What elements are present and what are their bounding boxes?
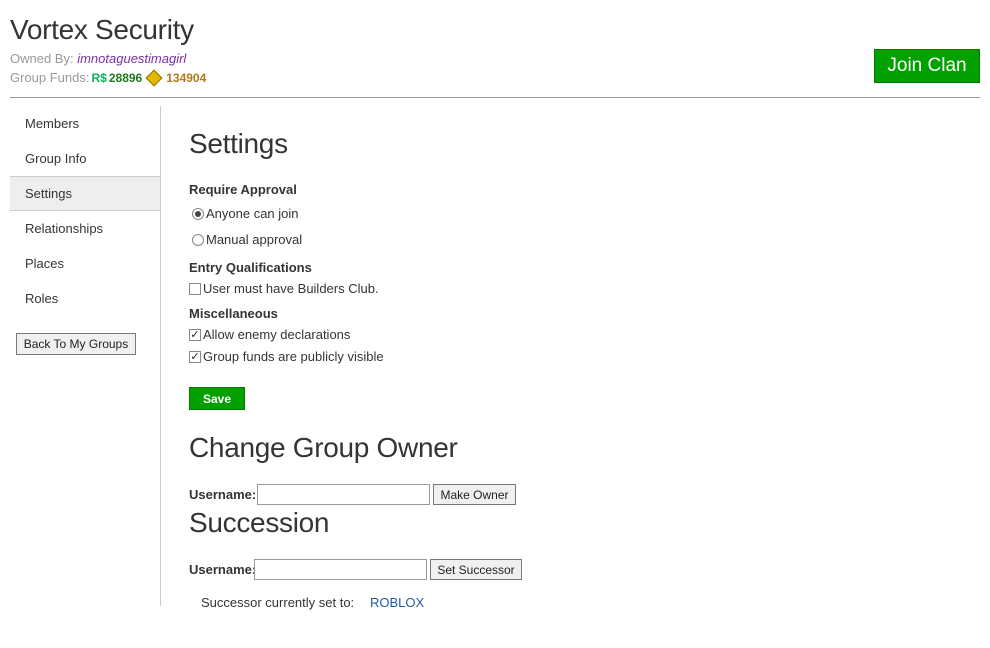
change-owner-username-input[interactable]: [257, 484, 430, 505]
builders-club-option[interactable]: User must have Builders Club.: [189, 281, 379, 296]
manual-approval-label: Manual approval: [206, 232, 303, 247]
sidebar-item-group-info[interactable]: Group Info: [10, 141, 160, 176]
builders-club-label: User must have Builders Club.: [203, 281, 379, 296]
owned-by-label: Owned By:: [10, 51, 74, 66]
make-owner-button[interactable]: Make Owner: [433, 484, 516, 505]
tix-icon: [145, 69, 163, 86]
entry-qualifications-label: Entry Qualifications: [189, 260, 312, 275]
sidebar-item-relationships[interactable]: Relationships: [10, 211, 160, 246]
owner-link[interactable]: imnotaguestimagirl: [77, 51, 186, 66]
sidebar: Members Group Info Settings Relationship…: [10, 106, 161, 606]
anyone-can-join-option[interactable]: Anyone can join: [192, 206, 299, 221]
join-clan-button[interactable]: Join Clan: [874, 49, 980, 83]
funds-visible-label: Group funds are publicly visible: [203, 349, 384, 364]
enemy-declarations-checkbox[interactable]: ✓: [189, 328, 201, 341]
require-approval-label: Require Approval: [189, 182, 297, 197]
funds-label: Group Funds:: [10, 70, 90, 85]
succession-title: Succession: [189, 507, 330, 538]
builders-club-checkbox[interactable]: [189, 282, 201, 295]
successor-current-label: Successor currently set to:: [201, 595, 355, 610]
sidebar-item-settings[interactable]: Settings: [10, 176, 160, 211]
robux-value: 28896: [108, 70, 143, 85]
group-name: Vortex Security: [10, 14, 194, 45]
funds-visible-checkbox[interactable]: ✓: [189, 350, 201, 363]
miscellaneous-label: Miscellaneous: [189, 306, 278, 321]
settings-title: Settings: [189, 128, 288, 159]
group-funds: Group Funds: R$ 28896 134904: [10, 69, 207, 86]
manual-approval-radio[interactable]: [192, 233, 204, 246]
change-owner-title: Change Group Owner: [189, 432, 458, 463]
anyone-can-join-label: Anyone can join: [206, 206, 299, 221]
sidebar-item-places[interactable]: Places: [10, 246, 160, 281]
save-button[interactable]: Save: [189, 387, 245, 410]
group-header: Vortex Security Owned By: imnotaguestima…: [10, 12, 980, 98]
robux-icon: R$: [91, 70, 107, 85]
tix-value: 134904: [166, 70, 207, 85]
succession-username-input[interactable]: [254, 559, 427, 580]
set-successor-button[interactable]: Set Successor: [430, 559, 522, 580]
change-owner-username-label: Username:: [189, 487, 257, 502]
owner-line: Owned By: imnotaguestimagirl: [10, 51, 186, 66]
funds-visible-option[interactable]: ✓ Group funds are publicly visible: [189, 349, 384, 364]
enemy-declarations-label: Allow enemy declarations: [203, 327, 351, 342]
successor-current-link[interactable]: ROBLOX: [370, 595, 424, 610]
back-to-groups-button[interactable]: Back To My Groups: [16, 333, 136, 355]
anyone-can-join-radio[interactable]: [192, 207, 204, 220]
succession-username-label: Username:: [189, 562, 257, 577]
sidebar-item-roles[interactable]: Roles: [10, 281, 160, 316]
sidebar-item-members[interactable]: Members: [10, 106, 160, 141]
manual-approval-option[interactable]: Manual approval: [192, 232, 302, 247]
enemy-declarations-option[interactable]: ✓ Allow enemy declarations: [189, 327, 350, 342]
